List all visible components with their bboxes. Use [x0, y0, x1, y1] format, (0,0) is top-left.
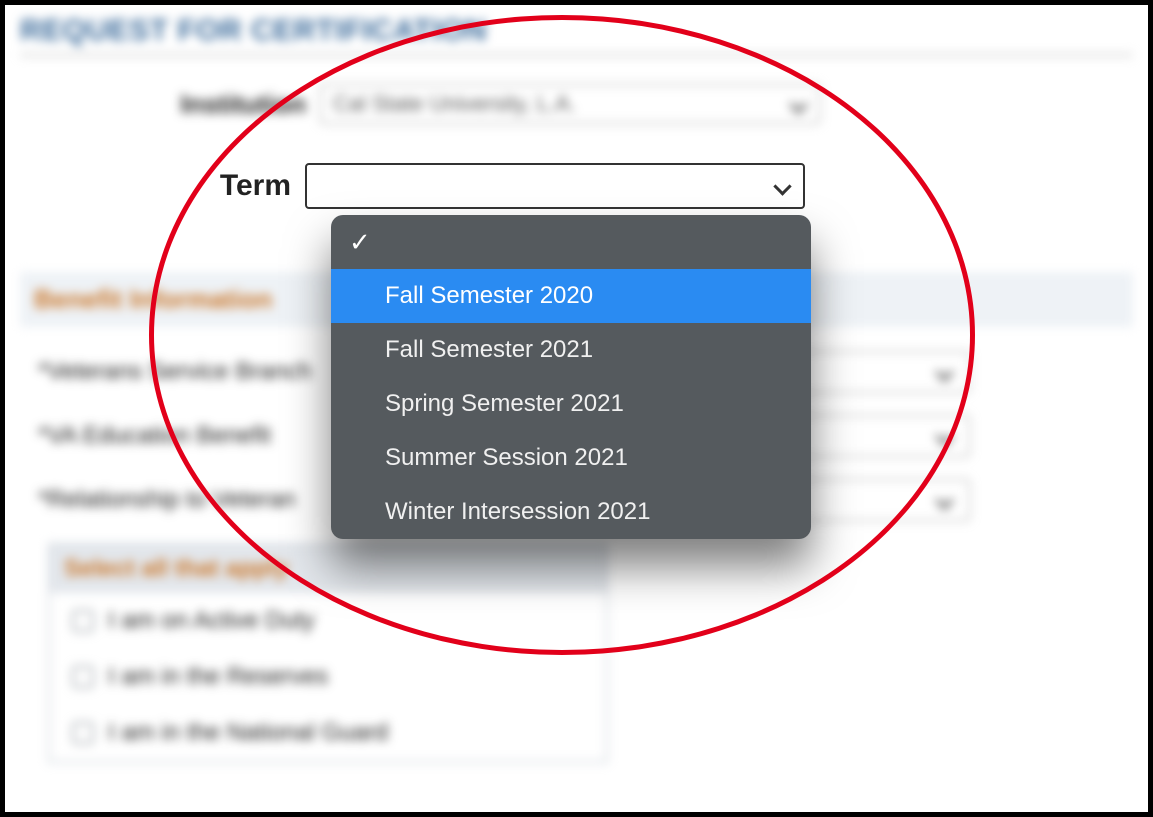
checkbox-icon[interactable] — [72, 666, 94, 688]
page-title: REQUEST FOR CERTIFICATION — [20, 14, 1133, 48]
term-option-label: Fall Semester 2021 — [385, 336, 593, 364]
select-all-box: Select all that apply I am on Active Dut… — [48, 543, 608, 763]
chevron-down-icon — [935, 362, 955, 382]
check-icon: ✓ — [349, 230, 373, 254]
term-label: Term — [5, 169, 305, 203]
chevron-down-icon — [773, 176, 793, 196]
cb-label-3: I am in the National Guard — [108, 719, 388, 747]
term-option-label: Fall Semester 2020 — [385, 282, 593, 310]
term-option-label: Spring Semester 2021 — [385, 390, 624, 418]
institution-row: Institution Cal State University, L.A. — [20, 84, 1133, 124]
cb-label-2: I am in the Reserves — [108, 663, 328, 691]
branch-label: *Veterans Service Branch — [20, 358, 350, 386]
select-all-header: Select all that apply — [50, 545, 606, 593]
va-edu-label: *VA Education Benefit — [20, 422, 350, 450]
institution-select[interactable]: Cal State University, L.A. — [320, 84, 820, 124]
term-option-label: Summer Session 2021 — [385, 444, 628, 472]
relationship-label: *Relationship to Veteran — [20, 486, 350, 514]
cb-row-3[interactable]: I am in the National Guard — [50, 705, 606, 761]
term-option-spring-2021[interactable]: Spring Semester 2021 — [331, 377, 811, 431]
cb-row-2[interactable]: I am in the Reserves — [50, 649, 606, 705]
chevron-down-icon — [789, 94, 809, 114]
term-option-blank[interactable]: ✓ — [331, 215, 811, 269]
term-option-fall-2020[interactable]: Fall Semester 2020 — [331, 269, 811, 323]
term-option-summer-2021[interactable]: Summer Session 2021 — [331, 431, 811, 485]
divider — [20, 54, 1133, 56]
term-select[interactable] — [305, 163, 805, 209]
term-row: Term — [5, 163, 805, 209]
checkbox-icon[interactable] — [72, 722, 94, 744]
term-option-winter-2021[interactable]: Winter Intersession 2021 — [331, 485, 811, 539]
cb-label-1: I am on Active Duty — [108, 607, 315, 635]
term-option-label: Winter Intersession 2021 — [385, 498, 650, 526]
chevron-down-icon — [935, 426, 955, 446]
chevron-down-icon — [935, 490, 955, 510]
cb-row-1[interactable]: I am on Active Duty — [50, 593, 606, 649]
institution-label: Institution — [20, 89, 320, 120]
term-option-fall-2021[interactable]: Fall Semester 2021 — [331, 323, 811, 377]
term-dropdown-menu[interactable]: ✓ Fall Semester 2020 Fall Semester 2021 … — [331, 215, 811, 539]
institution-value: Cal State University, L.A. — [333, 91, 576, 117]
checkbox-icon[interactable] — [72, 610, 94, 632]
